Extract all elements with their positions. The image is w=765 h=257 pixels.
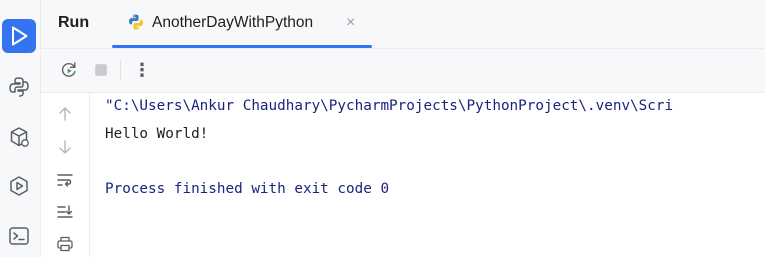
tab-label: AnotherDayWithPython [152, 14, 314, 31]
python-packages-tool-button[interactable] [2, 120, 36, 154]
console-output-line: Hello World! [105, 126, 209, 142]
tool-window-bar [0, 0, 41, 257]
next-occurrence-button[interactable] [56, 138, 74, 156]
more-actions-button[interactable]: ⋮ [131, 59, 153, 81]
python-packages-icon [10, 127, 29, 147]
run-panel-header: Run AnotherDayWithPython × [41, 0, 765, 49]
previous-occurrence-button[interactable] [56, 105, 74, 123]
python-console-tool-button[interactable] [2, 70, 36, 104]
soft-wrap-icon [57, 174, 73, 187]
stop-button[interactable] [90, 59, 112, 81]
console-output[interactable]: "C:\Users\Ankur Chaudhary\PycharmProject… [105, 96, 765, 257]
console-command-line: "C:\Users\Ankur Chaudhary\PycharmProject… [105, 98, 674, 114]
console-gutter [41, 93, 90, 257]
rerun-button[interactable] [58, 59, 80, 81]
python-logo-icon [129, 14, 143, 30]
terminal-tool-button[interactable] [2, 219, 36, 253]
run-configuration-tab[interactable]: AnotherDayWithPython × [112, 0, 372, 48]
services-tool-button[interactable] [2, 169, 36, 203]
toolbar-separator [120, 60, 121, 80]
scroll-to-end-icon [57, 205, 73, 218]
run-toolbar: ⋮ [41, 49, 765, 93]
soft-wrap-button[interactable] [56, 171, 74, 189]
arrow-down-icon [59, 140, 71, 154]
rerun-icon [61, 62, 76, 77]
terminal-icon [9, 227, 29, 245]
print-button[interactable] [56, 235, 74, 253]
scroll-to-end-button[interactable] [56, 203, 74, 221]
print-icon [57, 236, 73, 252]
stop-icon [95, 64, 107, 76]
process-exit-message: Process finished with exit code 0 [105, 181, 390, 197]
run-tool-button[interactable] [2, 19, 36, 53]
close-icon[interactable]: × [346, 13, 355, 33]
more-vertical-icon: ⋮ [133, 59, 151, 80]
services-icon [10, 176, 28, 196]
active-tab-indicator [112, 45, 372, 48]
panel-title: Run [58, 14, 90, 31]
run-icon [12, 26, 28, 46]
arrow-up-icon [59, 107, 71, 121]
python-console-icon [9, 77, 29, 97]
